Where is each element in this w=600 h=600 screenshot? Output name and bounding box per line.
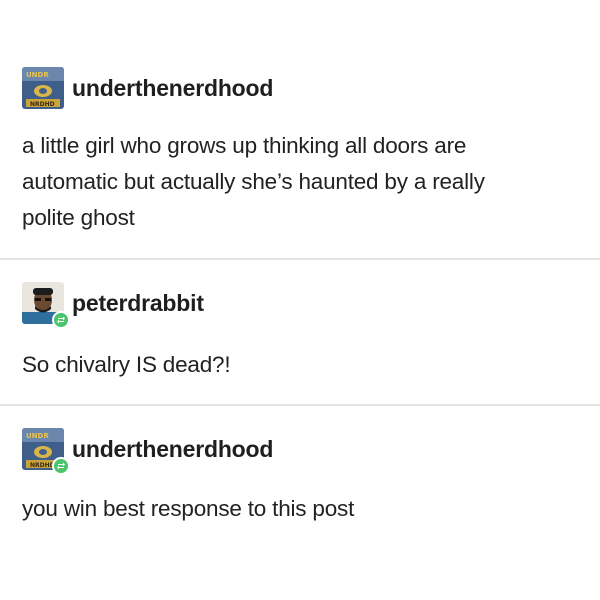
divider [0,404,600,406]
post-text-line: you win best response to this post [22,496,355,521]
post-header: peterdrabbit [22,281,204,329]
reblog-icon [52,311,70,329]
username[interactable]: underthenerdhood [72,75,273,102]
svg-text:NRDHD: NRDHD [30,462,55,469]
avatar[interactable]: UNDR NRDHD [22,428,70,475]
post-body: a little girl who grows up thinking all … [22,128,582,236]
svg-text:UNDR: UNDR [26,432,49,440]
svg-text:UNDR: UNDR [26,71,49,79]
reblog-icon [52,457,70,475]
post-body: you win best response to this post [22,491,582,527]
reblog-comment: UNDR NRDHD underthenerdhood you win best… [0,407,600,527]
post-text-line: a little girl who grows up thinking all … [22,133,467,158]
username[interactable]: underthenerdhood [72,436,273,463]
underthenerdhood-avatar-icon: UNDR NRDHD [22,67,64,109]
post-body: So chivalry IS dead?! [22,347,582,383]
reblog-comment: peterdrabbit So chivalry IS dead?! [0,261,600,404]
svg-text:NRDHD: NRDHD [30,101,55,108]
post-text-line: automatic but actually she’s haunted by … [22,169,485,194]
post-original: UNDR NRDHD underthenerdhood a little gir… [0,62,600,258]
username[interactable]: peterdrabbit [72,290,204,317]
post-text-line: So chivalry IS dead?! [22,352,231,377]
post-header: UNDR NRDHD underthenerdhood [22,427,273,475]
avatar[interactable]: UNDR NRDHD [22,67,64,109]
post-text-line: polite ghost [22,205,135,230]
avatar[interactable] [22,282,70,329]
divider [0,258,600,260]
post-header: UNDR NRDHD underthenerdhood [22,66,273,110]
reblog-thread: UNDR NRDHD underthenerdhood a little gir… [0,0,600,600]
